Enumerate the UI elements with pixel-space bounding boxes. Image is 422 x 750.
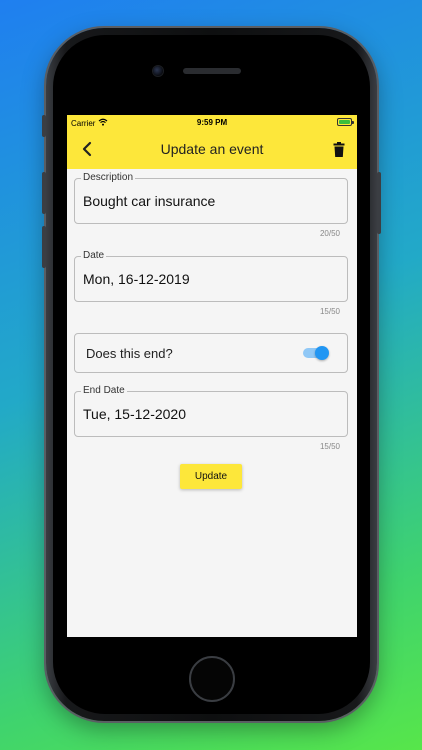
status-bar: Carrier 9:59 PM xyxy=(67,115,357,129)
home-button[interactable] xyxy=(189,656,235,702)
app-bar: Update an event xyxy=(67,129,357,169)
end-date-field[interactable]: End Date Tue, 15-12-2020 xyxy=(74,385,348,437)
earpiece-speaker xyxy=(183,68,241,74)
date-field[interactable]: Date Mon, 16-12-2019 xyxy=(74,250,348,302)
end-date-value: Tue, 15-12-2020 xyxy=(83,406,186,422)
status-time: 9:59 PM xyxy=(196,118,228,127)
date-label: Date xyxy=(81,250,107,261)
volume-up-button xyxy=(42,172,46,214)
ends-toggle-switch[interactable] xyxy=(303,346,329,360)
ends-toggle-label: Does this end? xyxy=(86,346,173,361)
page-title: Update an event xyxy=(160,141,264,157)
mute-switch xyxy=(42,115,46,137)
description-field[interactable]: Description Bought car insurance xyxy=(74,172,348,224)
update-button[interactable]: Update xyxy=(180,464,242,489)
end-date-counter: 15/50 xyxy=(319,442,340,451)
ends-toggle-row[interactable]: Does this end? xyxy=(74,333,348,373)
volume-down-button xyxy=(42,226,46,268)
date-counter: 15/50 xyxy=(319,307,340,316)
date-value: Mon, 16-12-2019 xyxy=(83,271,190,287)
battery-icon xyxy=(337,118,354,126)
end-date-label: End Date xyxy=(81,385,127,396)
description-value: Bought car insurance xyxy=(83,193,216,209)
trash-icon[interactable] xyxy=(331,140,347,158)
power-button xyxy=(377,172,381,234)
back-arrow-icon[interactable] xyxy=(77,139,97,159)
front-camera xyxy=(153,66,163,76)
description-label: Description xyxy=(81,172,136,183)
app-screen: Carrier 9:59 PM Update an event Descript… xyxy=(67,115,357,637)
description-counter: 20/50 xyxy=(319,229,340,238)
